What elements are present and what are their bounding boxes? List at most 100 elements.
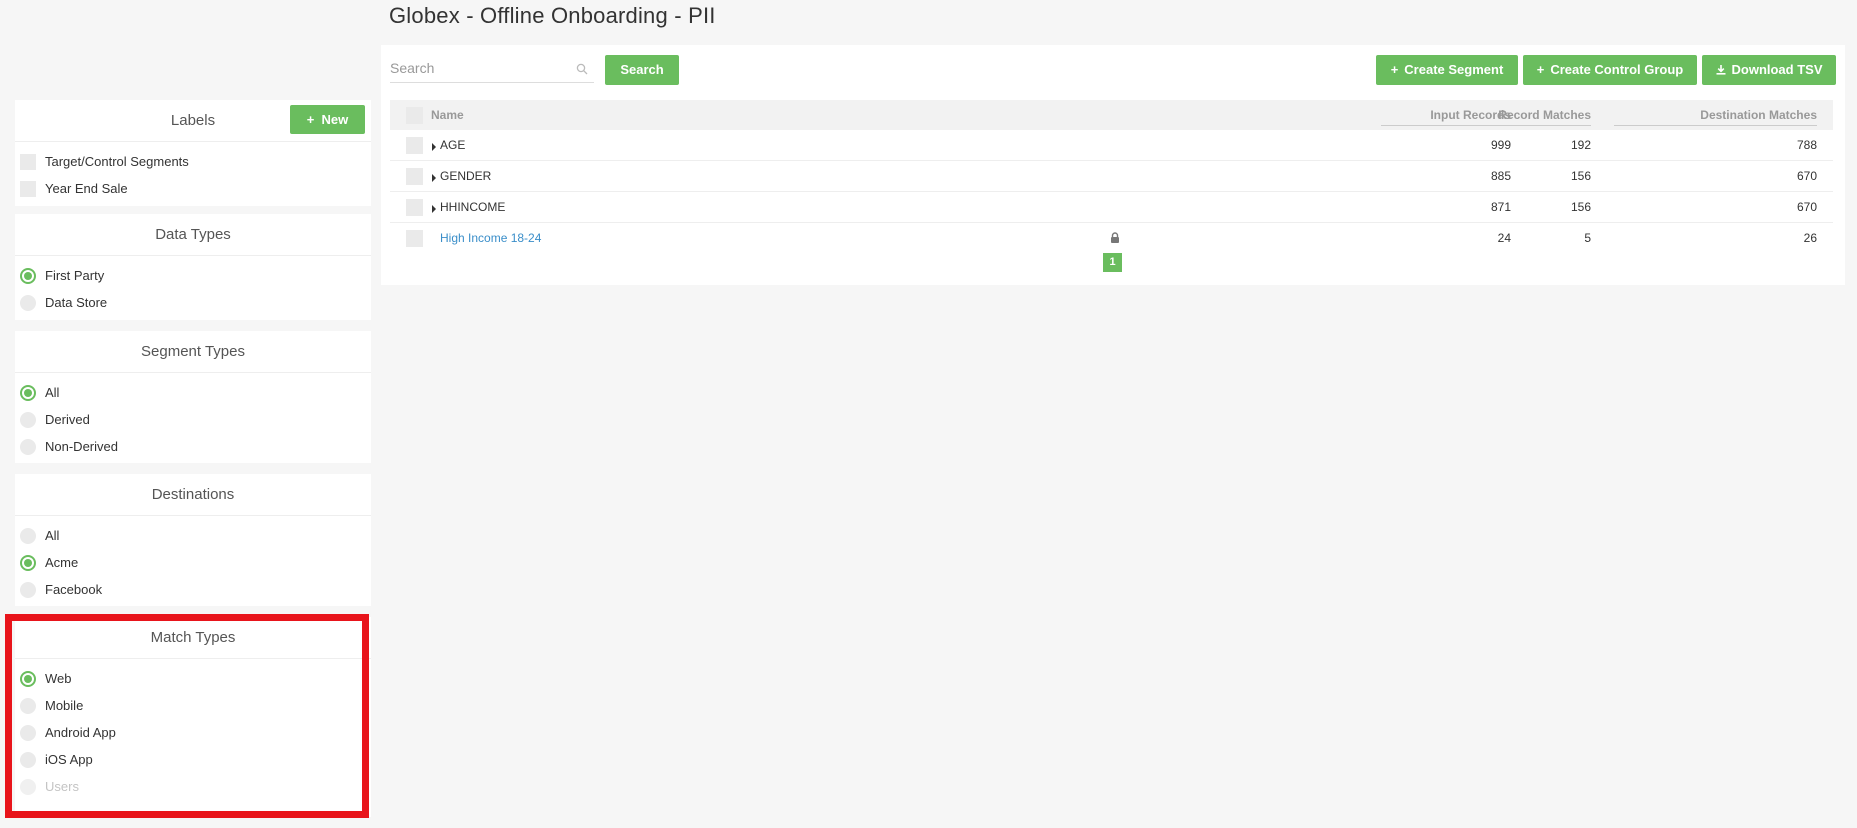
match-type-label: iOS App <box>45 752 93 767</box>
radio-button[interactable] <box>20 724 36 741</box>
radio-button[interactable] <box>20 294 36 311</box>
label-item-text: Year End Sale <box>45 181 128 196</box>
match-type-label: Users <box>45 779 79 794</box>
row-name: AGE <box>440 138 466 152</box>
destination-all[interactable]: All <box>20 522 371 549</box>
destination-facebook[interactable]: Facebook <box>20 576 371 603</box>
label-item-target-control[interactable]: Target/Control Segments <box>20 148 371 175</box>
column-header-destination-matches[interactable]: Destination Matches <box>1614 100 1817 130</box>
page-title: Globex - Offline Onboarding - PII <box>389 3 716 28</box>
select-all-checkbox[interactable] <box>406 107 423 124</box>
search-icon[interactable] <box>576 63 588 75</box>
table-row[interactable]: High Income 18-24 24 5 26 <box>390 223 1833 254</box>
radio-button-selected[interactable] <box>20 670 36 687</box>
radio-button-selected[interactable] <box>20 384 36 401</box>
row-destination-matches: 670 <box>1796 169 1817 183</box>
radio-button[interactable] <box>20 527 36 544</box>
match-type-mobile[interactable]: Mobile <box>20 692 371 719</box>
plus-icon: + <box>1390 62 1399 77</box>
download-tsv-button-text: Download TSV <box>1731 62 1823 77</box>
segments-panel: Search + Create Segment + Create Control G… <box>381 45 1845 285</box>
radio-button-selected[interactable] <box>20 554 36 571</box>
create-segment-button-text: Create Segment <box>1404 62 1504 77</box>
radio-button[interactable] <box>20 751 36 768</box>
row-destination-matches: 26 <box>1803 231 1817 245</box>
expand-caret-icon[interactable] <box>432 205 436 213</box>
destination-acme[interactable]: Acme <box>20 549 371 576</box>
segment-types-list: All Derived Non-Derived <box>15 373 371 460</box>
label-checkbox[interactable] <box>20 153 36 170</box>
segment-types-panel-title: Segment Types <box>15 331 371 373</box>
row-checkbox[interactable] <box>406 230 423 247</box>
match-type-android-app[interactable]: Android App <box>20 719 371 746</box>
row-record-matches: 156 <box>1570 169 1591 183</box>
row-name: HHINCOME <box>440 200 506 214</box>
destination-label: Facebook <box>45 582 103 597</box>
labels-panel: Labels + New Target/Control Segments Yea… <box>15 100 371 206</box>
search-input[interactable] <box>390 55 570 81</box>
lock-icon <box>1111 232 1119 243</box>
row-record-matches: 192 <box>1570 138 1591 152</box>
column-header-name[interactable]: Name <box>431 100 464 130</box>
expand-caret-icon[interactable] <box>432 174 436 182</box>
segment-link[interactable]: High Income 18-24 <box>440 223 541 254</box>
row-record-matches: 5 <box>1584 231 1591 245</box>
search-button[interactable]: Search <box>605 55 679 85</box>
match-types-list: Web Mobile Android App iOS App Users <box>15 659 371 800</box>
create-segment-button[interactable]: + Create Segment <box>1376 55 1518 85</box>
segment-type-non-derived[interactable]: Non-Derived <box>20 433 371 460</box>
segment-type-derived[interactable]: Derived <box>20 406 371 433</box>
radio-button[interactable] <box>20 411 36 428</box>
radio-button[interactable] <box>20 697 36 714</box>
table-row[interactable]: GENDER 885 156 670 <box>390 161 1833 192</box>
match-type-ios-app[interactable]: iOS App <box>20 746 371 773</box>
row-destination-matches: 788 <box>1796 138 1817 152</box>
label-checkbox[interactable] <box>20 180 36 197</box>
labels-panel-title: Labels <box>170 112 216 129</box>
row-destination-matches: 670 <box>1796 200 1817 214</box>
match-type-label: Web <box>45 671 72 686</box>
expand-caret-icon[interactable] <box>432 143 436 151</box>
radio-button-selected[interactable] <box>20 267 36 284</box>
labels-panel-header: Labels + New <box>15 100 371 142</box>
row-record-matches: 156 <box>1570 200 1591 214</box>
match-type-label: Mobile <box>45 698 84 713</box>
radio-button[interactable] <box>20 581 36 598</box>
segment-type-label: Derived <box>45 412 90 427</box>
destination-label: Acme <box>45 555 79 570</box>
download-tsv-button[interactable]: Download TSV <box>1702 55 1836 85</box>
row-checkbox[interactable] <box>406 168 423 185</box>
new-label-button-text: New <box>321 112 349 127</box>
row-checkbox[interactable] <box>406 199 423 216</box>
label-item-year-end-sale[interactable]: Year End Sale <box>20 175 371 202</box>
data-type-first-party[interactable]: First Party <box>20 262 371 289</box>
match-type-label: Android App <box>45 725 116 740</box>
match-types-panel: Match Types Web Mobile Android App iOS A… <box>15 617 371 817</box>
destination-label: All <box>45 528 60 543</box>
table-row[interactable]: AGE 999 192 788 <box>390 130 1833 161</box>
segment-type-all[interactable]: All <box>20 379 371 406</box>
download-icon <box>1716 65 1725 75</box>
row-checkbox[interactable] <box>406 137 423 154</box>
data-type-data-store[interactable]: Data Store <box>20 289 371 316</box>
table-row[interactable]: HHINCOME 871 156 670 <box>390 192 1833 223</box>
new-label-button[interactable]: + New <box>290 105 365 134</box>
radio-button-disabled <box>20 778 36 795</box>
segment-types-panel: Segment Types All Derived Non-Derived <box>15 331 371 463</box>
create-control-group-button[interactable]: + Create Control Group <box>1523 55 1697 85</box>
column-header-record-matches[interactable]: Record Matches <box>1381 100 1591 130</box>
data-type-label: Data Store <box>45 295 108 310</box>
plus-icon: + <box>306 112 315 127</box>
match-type-users: Users <box>20 773 371 800</box>
create-control-group-button-text: Create Control Group <box>1550 62 1684 77</box>
radio-button[interactable] <box>20 438 36 455</box>
data-types-list: First Party Data Store <box>15 256 371 316</box>
label-item-text: Target/Control Segments <box>45 154 189 169</box>
search-box <box>390 55 594 83</box>
data-types-panel-title: Data Types <box>15 214 371 256</box>
segment-type-label: Non-Derived <box>45 439 118 454</box>
destinations-panel-title: Destinations <box>15 474 371 516</box>
match-type-web[interactable]: Web <box>20 665 371 692</box>
destinations-list: All Acme Facebook <box>15 516 371 603</box>
pagination-page-1[interactable]: 1 <box>1103 253 1122 272</box>
